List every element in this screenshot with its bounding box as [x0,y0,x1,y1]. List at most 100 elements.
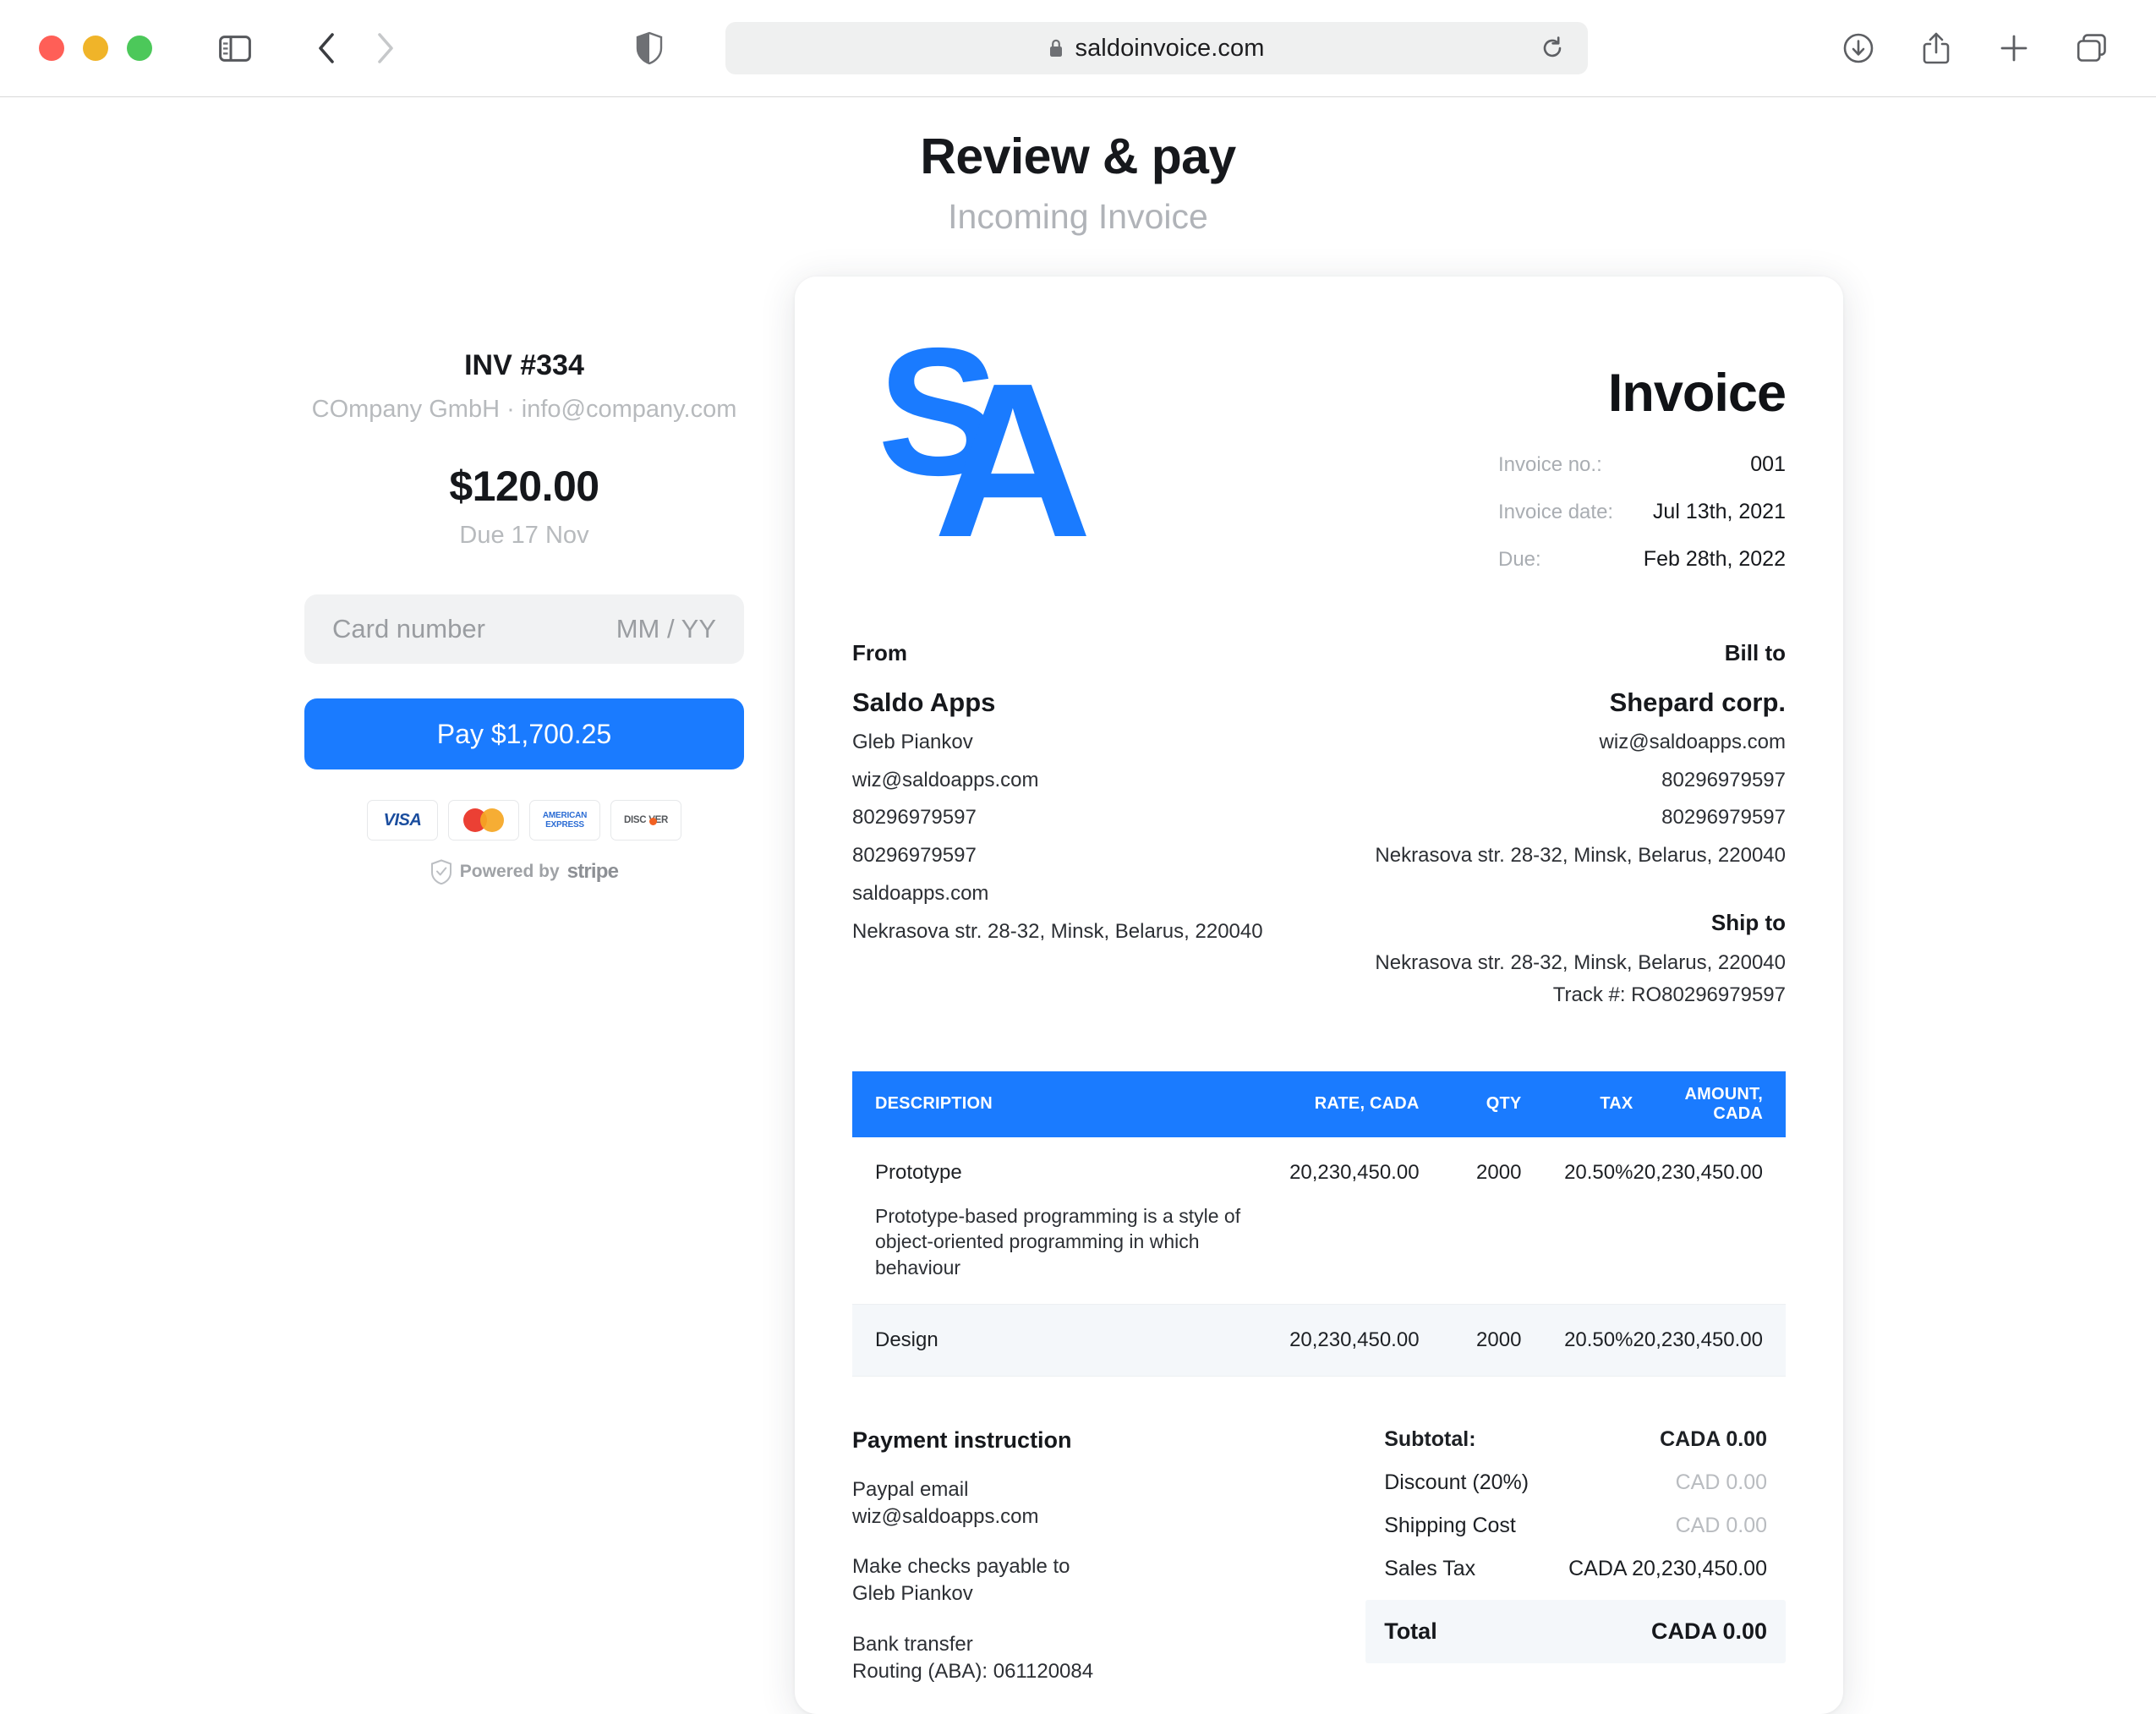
from-line: Gleb Piankov [852,731,973,753]
reload-icon[interactable] [1535,31,1569,65]
lock-icon [1050,39,1063,57]
cell-tax: 20.50% [1521,1136,1633,1305]
meta-label: Invoice date: [1498,501,1614,523]
total-value: CAD 0.00 [1675,1470,1767,1494]
total-label: Sales Tax [1384,1556,1476,1580]
from-line: wiz@saldoapps.com [852,768,1039,791]
invoice-meta: Invoice Invoice no.: 001 Invoice date: J… [1498,320,1787,594]
invoice-footer: Payment instruction Paypal email wiz@sal… [852,1427,1786,1685]
share-icon[interactable] [1912,25,1960,72]
cell-rate: 20,230,450.00 [1242,1304,1420,1377]
saldo-apps-logo-icon: S A [878,309,1106,583]
instruction-group: Make checks payable to Gleb Piankov [852,1553,1291,1607]
privacy-shield-icon[interactable] [626,25,673,72]
bill-to-line: wiz@saldoapps.com [1599,731,1786,753]
meta-value: 001 [1750,452,1786,476]
meta-label: Invoice no.: [1498,453,1602,476]
total-row-shipping: Shipping Cost CAD 0.00 [1365,1514,1786,1538]
card-number-input[interactable]: Card number [332,614,485,644]
window-traffic-lights [39,36,152,61]
cell-qty: 2000 [1419,1136,1522,1305]
invoice-header: S A Invoice Invoice no.: 001 Invoice dat… [852,309,1787,594]
amount-due: $120.00 [449,463,599,510]
total-row-sales-tax: Sales Tax CADA 20,230,450.00 [1365,1557,1786,1581]
from-block: From Saldo Apps Gleb Piankov wiz@saldoap… [852,640,1300,1007]
url-text: saldoinvoice.com [1075,34,1265,62]
downloads-icon[interactable] [1835,25,1882,72]
total-label: Shipping Cost [1384,1513,1516,1537]
page-title: Review & pay [920,129,1236,184]
page-heading: Review & pay Incoming Invoice [0,128,2156,237]
amex-icon: AMERICAN EXPRESS [529,800,600,841]
from-line: Nekrasova str. 28-32, Minsk, Belarus, 22… [852,919,1263,943]
th-rate: RATE, CADA [1242,1071,1420,1137]
total-label: Discount (20%) [1384,1470,1529,1494]
bill-to-line: 80296979597 [1661,806,1786,830]
cell-amount: 20,230,450.00 [1633,1136,1786,1305]
ship-to-address: Nekrasova str. 28-32, Minsk, Belarus, 22… [1375,950,1786,974]
line-items-table: DESCRIPTION RATE, CADA QTY TAX AMOUNT, C… [852,1071,1786,1377]
browser-right-actions [1835,25,2115,72]
instruction-group: Paypal email wiz@saldoapps.com [852,1476,1291,1531]
from-label: From [852,640,907,665]
total-row-subtotal: Subtotal: CADA 0.00 [1365,1427,1786,1452]
company-contact: COmpany GmbH · info@company.com [311,396,737,423]
parties-section: From Saldo Apps Gleb Piankov wiz@saldoap… [852,640,1786,1007]
instruction-line: wiz@saldoapps.com [852,1505,1039,1529]
tab-overview-icon[interactable] [2068,25,2115,72]
from-name: Saldo Apps [852,687,996,717]
powered-by-label: Powered by [459,862,560,881]
svg-text:A: A [933,338,1092,540]
cell-description: Prototype Prototype-based programming is… [852,1136,1243,1305]
plus-icon[interactable] [1990,25,2038,72]
instruction-line: Paypal email [852,1477,969,1501]
maximize-window-button[interactable] [127,36,152,61]
total-label: Subtotal: [1384,1427,1476,1451]
table-row: Prototype Prototype-based programming is… [852,1136,1786,1305]
invoice-word: Invoice [1607,364,1787,423]
from-line: 80296979597 [852,806,977,830]
discover-icon: DISC VER [610,800,681,841]
bill-to-label: Bill to [1724,640,1786,665]
card-expiry-input[interactable]: MM / YY [616,614,716,644]
th-amount: AMOUNT, CADA [1633,1071,1786,1137]
payment-panel: INV #334 COmpany GmbH · info@company.com… [304,349,744,884]
verified-shield-icon [430,859,451,884]
instruction-line: Make checks payable to [852,1555,1070,1579]
card-input-group[interactable]: Card number MM / YY [304,594,744,664]
meta-row-invoice-no: Invoice no.: 001 [1498,452,1786,477]
meta-value: Feb 28th, 2022 [1643,547,1786,571]
invoice-meta-rows: Invoice no.: 001 Invoice date: Jul 13th,… [1498,452,1786,572]
bill-to-name: Shepard corp. [1609,687,1786,717]
mastercard-icon [448,800,519,841]
cell-rate: 20,230,450.00 [1242,1136,1420,1305]
line-title: Prototype [875,1160,962,1184]
grand-total-label: Total [1384,1618,1437,1644]
meta-value: Jul 13th, 2021 [1652,500,1786,523]
page-subtitle: Incoming Invoice [948,197,1208,236]
invoice-number: INV #334 [464,349,584,381]
payment-instruction-block: Payment instruction Paypal email wiz@sal… [852,1427,1291,1685]
ship-to-label: Ship to [1710,909,1786,935]
cell-tax: 20.50% [1521,1304,1633,1377]
from-line: 80296979597 [852,844,977,868]
close-window-button[interactable] [39,36,64,61]
stripe-badge: Powered by stripe [304,859,744,884]
th-description: DESCRIPTION [852,1071,1243,1137]
table-row: Design 20,230,450.00 2000 20.50% 20,230,… [852,1304,1786,1377]
minimize-window-button[interactable] [83,36,108,61]
address-bar[interactable]: saldoinvoice.com [725,22,1588,74]
invoice-document: S A Invoice Invoice no.: 001 Invoice dat… [795,277,1843,1714]
back-chevron-icon[interactable] [303,25,350,72]
th-qty: QTY [1419,1071,1522,1137]
stripe-wordmark: stripe [566,860,619,883]
instruction-group: Bank transfer Routing (ABA): 061120084 [852,1631,1291,1685]
page-content: Review & pay Incoming Invoice INV #334 C… [0,97,2156,1714]
cell-amount: 20,230,450.00 [1633,1304,1786,1377]
cell-description: Design [852,1304,1243,1377]
pay-button[interactable]: Pay $1,700.25 [304,698,744,769]
bill-to-line: 80296979597 [1661,768,1786,791]
forward-chevron-icon[interactable] [362,25,409,72]
sidebar-toggle-icon[interactable] [211,25,259,72]
meta-row-due: Due: Feb 28th, 2022 [1498,547,1786,572]
